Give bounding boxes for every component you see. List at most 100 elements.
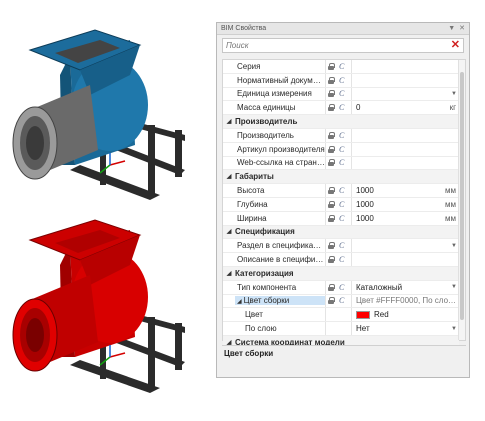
property-value-cell[interactable] xyxy=(351,60,459,73)
formula-icon[interactable]: C xyxy=(339,283,344,292)
panel-titlebar[interactable]: BIM Свойства ▼ ✕ xyxy=(217,23,469,35)
formula-icon[interactable]: C xyxy=(339,158,344,167)
formula-icon[interactable]: C xyxy=(339,241,344,250)
lock-icon[interactable] xyxy=(328,76,335,84)
lock-icon[interactable] xyxy=(328,256,335,264)
formula-icon[interactable]: C xyxy=(339,200,344,209)
property-unit: мм xyxy=(445,199,456,209)
search-input[interactable] xyxy=(226,41,451,50)
property-group-header[interactable]: ◢ Спецификация xyxy=(223,225,459,240)
property-row[interactable]: Web-ссылка на страни... C xyxy=(223,156,459,171)
lock-icon[interactable] xyxy=(328,145,335,153)
property-row[interactable]: Нормативный документ C xyxy=(223,73,459,88)
property-value-cell[interactable]: Нет ▼ xyxy=(351,322,459,335)
formula-icon[interactable]: C xyxy=(339,186,344,195)
property-label-text: Артикул производителя xyxy=(237,144,325,154)
lock-icon[interactable] xyxy=(328,214,335,222)
property-unit: мм xyxy=(445,213,456,223)
property-group-header[interactable]: ◢ Категоризация xyxy=(223,266,459,281)
expand-triangle-icon[interactable]: ◢ xyxy=(237,299,242,305)
property-label: Единица измерения xyxy=(235,89,325,98)
property-icons xyxy=(325,308,351,322)
property-row[interactable]: Цвет Red xyxy=(223,308,459,323)
property-row[interactable]: Единица измерения C ▼ xyxy=(223,87,459,102)
property-label: Раздел в спецификации xyxy=(235,241,325,250)
triangle-down-icon[interactable]: ◢ xyxy=(223,267,235,280)
property-value-cell[interactable] xyxy=(351,73,459,87)
property-value-cell[interactable]: 1000 мм xyxy=(351,184,459,197)
property-icons: C xyxy=(325,156,351,170)
property-label-text: Масса единицы xyxy=(237,103,296,113)
property-row[interactable]: По слою Нет ▼ xyxy=(223,322,459,336)
lock-icon[interactable] xyxy=(328,104,335,112)
formula-icon[interactable]: C xyxy=(339,131,344,140)
property-row[interactable]: Глубина C 1000 мм xyxy=(223,197,459,212)
formula-icon[interactable]: C xyxy=(339,62,344,71)
property-label: Описание в специфика... xyxy=(235,255,325,264)
property-value-cell[interactable]: Каталожный ▼ xyxy=(351,280,459,294)
property-value-cell[interactable] xyxy=(351,128,459,142)
lock-icon[interactable] xyxy=(328,283,335,291)
formula-icon[interactable]: C xyxy=(339,145,344,154)
formula-icon[interactable]: C xyxy=(339,214,344,223)
property-row[interactable]: Производитель C xyxy=(223,128,459,143)
property-icons: C xyxy=(325,73,351,87)
property-value-cell[interactable] xyxy=(351,156,459,170)
property-value-cell[interactable] xyxy=(351,142,459,156)
property-row[interactable]: Высота C 1000 мм xyxy=(223,184,459,198)
row-gutter xyxy=(223,143,235,156)
formula-icon[interactable]: C xyxy=(339,296,344,305)
property-group-header[interactable]: ◢ Габариты xyxy=(223,170,459,185)
property-value-cell[interactable]: ▼ xyxy=(351,87,459,101)
property-row[interactable]: Масса единицы C 0 кг xyxy=(223,101,459,116)
property-label-text: Цвет сборки xyxy=(243,296,290,306)
lock-icon[interactable] xyxy=(328,131,335,139)
property-row[interactable]: ◢ Цвет сборки C Цвет #FFFF0000, По слою Нет xyxy=(223,294,459,309)
property-icons: C xyxy=(325,87,351,101)
property-value-cell[interactable] xyxy=(351,253,459,266)
triangle-down-icon[interactable]: ◢ xyxy=(223,170,235,183)
formula-icon[interactable]: C xyxy=(339,89,344,98)
search-box[interactable]: ✕ xyxy=(222,38,464,53)
formula-icon[interactable]: C xyxy=(339,255,344,264)
formula-icon[interactable]: C xyxy=(339,76,344,85)
pin-icon[interactable]: ▼ xyxy=(448,25,455,32)
property-row[interactable]: Серия C xyxy=(223,60,459,74)
lock-icon[interactable] xyxy=(328,242,335,250)
row-gutter xyxy=(223,212,235,225)
triangle-down-icon[interactable]: ◢ xyxy=(223,115,235,128)
property-row[interactable]: Ширина C 1000 мм xyxy=(223,211,459,226)
lock-icon[interactable] xyxy=(328,90,335,98)
property-label: Web-ссылка на страни... xyxy=(235,158,325,167)
property-value-cell[interactable]: 0 кг xyxy=(351,101,459,115)
property-icons: C xyxy=(325,60,351,73)
property-row[interactable]: Артикул производителя C xyxy=(223,142,459,157)
property-group-header[interactable]: ◢ Производитель xyxy=(223,115,459,129)
property-rows: Серия C Нормативный документ C Единица измер… xyxy=(223,60,459,364)
property-row[interactable]: Описание в специфика... C xyxy=(223,253,459,267)
property-label: Высота xyxy=(235,186,325,195)
property-value-cell[interactable]: 1000 мм xyxy=(351,197,459,211)
property-value-cell[interactable]: 1000 мм xyxy=(351,211,459,225)
scroll-thumb[interactable] xyxy=(460,72,464,320)
color-swatch[interactable] xyxy=(356,310,370,319)
group-label: Габариты xyxy=(235,172,274,182)
property-row[interactable]: Раздел в спецификации C ▼ xyxy=(223,239,459,254)
lock-icon[interactable] xyxy=(328,187,335,195)
close-icon[interactable]: ✕ xyxy=(459,25,465,32)
triangle-down-icon[interactable]: ◢ xyxy=(223,226,235,239)
row-gutter xyxy=(223,60,235,73)
property-value-cell[interactable]: ▼ xyxy=(351,239,459,253)
property-value-cell[interactable]: Red xyxy=(351,308,459,322)
clear-search-icon[interactable]: ✕ xyxy=(451,40,460,51)
panel-title: BIM Свойства xyxy=(221,25,267,32)
lock-icon[interactable] xyxy=(328,200,335,208)
lock-icon[interactable] xyxy=(328,159,335,167)
property-label-text: Производитель xyxy=(237,130,294,140)
property-row[interactable]: Тип компонента C Каталожный ▼ xyxy=(223,280,459,295)
lock-icon[interactable] xyxy=(328,62,335,70)
lock-icon[interactable] xyxy=(328,297,335,305)
property-value-cell[interactable]: Цвет #FFFF0000, По слою Нет xyxy=(351,294,459,308)
formula-icon[interactable]: C xyxy=(339,103,344,112)
vertical-scrollbar[interactable] xyxy=(458,60,465,340)
